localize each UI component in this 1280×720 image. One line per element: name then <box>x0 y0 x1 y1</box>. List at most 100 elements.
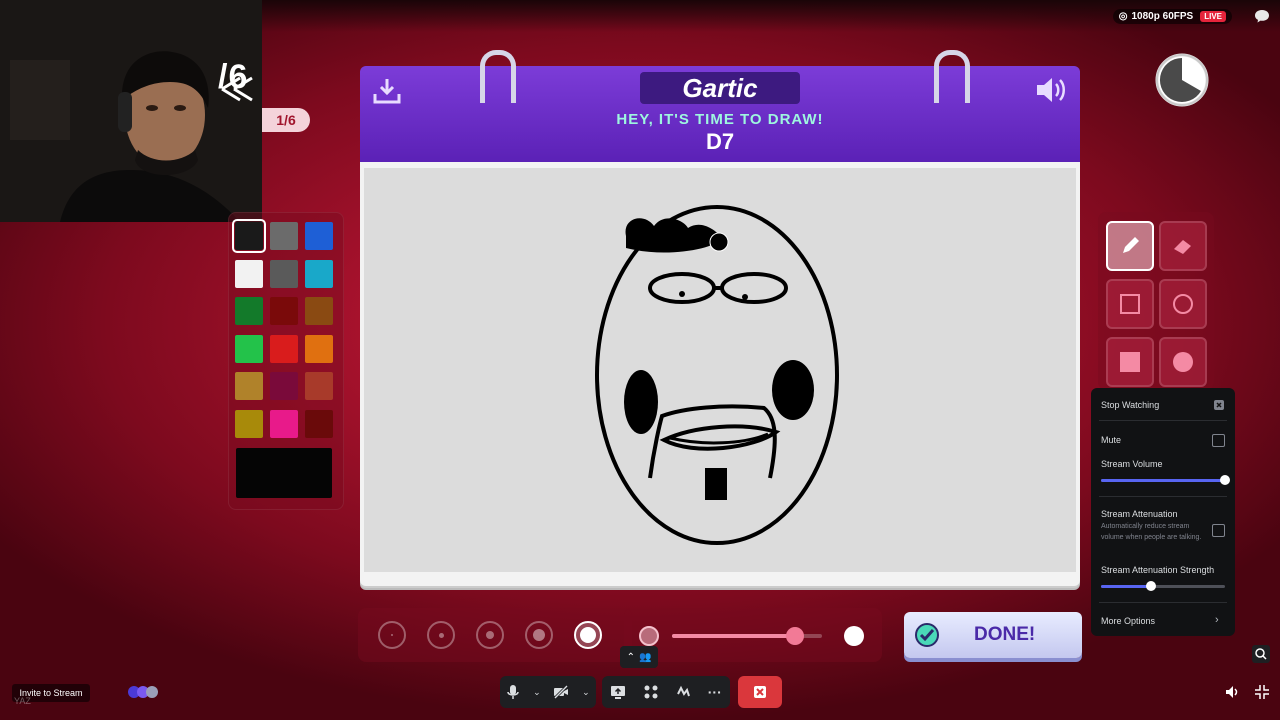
attenuation-description: Automatically reduce stream volume when … <box>1101 523 1202 541</box>
ellipse-tool[interactable] <box>1159 279 1207 329</box>
ring-binder-left <box>480 50 516 103</box>
brush-size-5[interactable] <box>574 621 602 649</box>
opacity-slider-knob[interactable] <box>786 627 804 645</box>
viewers-icon: 👥 <box>638 651 652 663</box>
color-swatch[interactable] <box>305 334 333 363</box>
live-badge: LIVE <box>1200 11 1226 22</box>
rectangle-tool[interactable] <box>1106 279 1154 329</box>
ring-binder-right <box>934 50 970 103</box>
stream-volume-label: Stream Volume <box>1101 459 1163 469</box>
drawing-canvas[interactable] <box>364 168 1076 572</box>
color-swatch[interactable] <box>305 409 333 438</box>
stream-volume-slider[interactable] <box>1101 475 1230 485</box>
current-color-preview[interactable] <box>236 448 332 498</box>
leave-stream-icon <box>754 686 766 698</box>
pencil-icon <box>1123 237 1139 253</box>
zoom-icon[interactable] <box>1252 645 1270 663</box>
color-swatch[interactable] <box>232 219 266 253</box>
opacity-slider-track[interactable] <box>672 627 822 645</box>
ellipse-filled-icon <box>1173 352 1193 372</box>
activities-icon[interactable] <box>643 684 659 700</box>
camera-off-icon[interactable] <box>553 684 569 700</box>
rectangle-filled-icon <box>1120 352 1140 372</box>
attenuation-strength-fill <box>1101 585 1151 588</box>
attenuation-strength-slider[interactable] <box>1101 581 1225 591</box>
activity-controls: ··· <box>602 676 730 708</box>
cursor-arrow-icon <box>221 76 253 102</box>
divider <box>1099 602 1227 603</box>
avatar <box>146 686 158 698</box>
color-swatch[interactable] <box>270 334 298 363</box>
exit-fullscreen-icon[interactable] <box>1254 684 1270 700</box>
opacity-slider-fill <box>672 634 795 638</box>
chevron-down-icon[interactable]: ⌄ <box>582 687 590 698</box>
draw-word: D7 <box>705 129 735 154</box>
rectangle-outline-icon <box>1120 294 1140 314</box>
speaker-icon[interactable] <box>1034 74 1068 106</box>
screen-share-icon[interactable] <box>610 684 626 700</box>
color-swatch[interactable] <box>305 372 333 400</box>
stream-volume-fill <box>1101 479 1225 482</box>
attenuation-checkbox[interactable] <box>1212 524 1225 537</box>
color-swatch[interactable] <box>270 372 298 400</box>
color-swatch[interactable] <box>270 409 298 438</box>
color-swatch[interactable] <box>235 334 263 363</box>
color-swatch[interactable] <box>235 372 263 400</box>
color-swatch[interactable] <box>235 297 263 325</box>
microphone-icon[interactable] <box>506 684 520 700</box>
stop-watching-button[interactable]: Stop Watching <box>1101 400 1159 410</box>
stream-viewers-toggle[interactable]: ⌃ 👥 <box>620 646 658 668</box>
more-options-button[interactable]: More Options <box>1101 616 1155 626</box>
color-swatch[interactable] <box>305 222 333 250</box>
timer-icon <box>1155 53 1209 107</box>
color-swatch[interactable] <box>270 222 298 250</box>
attenuation-label: Stream Attenuation <box>1101 509 1178 519</box>
color-swatch[interactable] <box>270 297 298 325</box>
ellipse-outline-icon <box>1173 294 1193 314</box>
color-swatch[interactable] <box>305 297 333 325</box>
stream-options-popup: Stop Watching Mute Stream Volume Stream … <box>1091 388 1235 636</box>
attenuation-strength-label: Stream Attenuation Strength <box>1101 565 1215 575</box>
voice-controls: ⌄ ⌄ <box>500 676 596 708</box>
pencil-tool[interactable] <box>1106 221 1154 271</box>
gartic-logo: Gartic <box>640 72 800 104</box>
brush-size-2[interactable] <box>427 621 455 649</box>
eraser-icon <box>1174 240 1191 254</box>
divider <box>1099 420 1227 421</box>
webcam-feed <box>0 0 262 222</box>
opacity-low-indicator <box>639 626 659 646</box>
done-button[interactable]: DONE! <box>904 612 1082 658</box>
color-swatch[interactable] <box>305 259 333 288</box>
quality-text: 1080p 60FPS <box>1131 11 1194 22</box>
streamer-silhouette <box>0 0 262 222</box>
brush-size-1[interactable] <box>378 621 406 649</box>
stop-watching-icon[interactable] <box>1213 399 1225 411</box>
soundboard-icon[interactable] <box>675 684 691 700</box>
done-label: DONE! <box>974 624 1036 645</box>
mute-checkbox[interactable] <box>1212 434 1225 447</box>
chevron-up-icon: ⌃ <box>626 651 635 663</box>
chat-bubble-icon[interactable] <box>1254 8 1270 24</box>
username-label: YAZ <box>14 696 31 706</box>
attenuation-strength-knob[interactable] <box>1145 581 1156 591</box>
download-icon[interactable] <box>372 76 402 106</box>
chevron-right-icon: › <box>1215 614 1219 626</box>
filled-ellipse-tool[interactable] <box>1159 337 1207 387</box>
volume-icon[interactable] <box>1224 684 1240 700</box>
opacity-high-indicator <box>844 626 864 646</box>
disconnect-button[interactable] <box>738 676 782 708</box>
eraser-tool[interactable] <box>1159 221 1207 271</box>
brush-size-3[interactable] <box>476 621 504 649</box>
divider <box>1099 496 1227 497</box>
color-swatch[interactable] <box>235 259 263 288</box>
mute-label: Mute <box>1101 435 1122 445</box>
stream-volume-knob[interactable] <box>1220 475 1230 485</box>
chevron-down-icon[interactable]: ⌄ <box>533 687 541 698</box>
stream-icon: ◎ <box>1118 11 1128 22</box>
viewer-avatars[interactable] <box>128 684 158 700</box>
color-swatch[interactable] <box>235 409 263 438</box>
filled-rectangle-tool[interactable] <box>1106 337 1154 387</box>
brush-size-4[interactable] <box>525 621 553 649</box>
more-icon[interactable]: ··· <box>708 684 722 700</box>
color-swatch[interactable] <box>270 259 298 288</box>
